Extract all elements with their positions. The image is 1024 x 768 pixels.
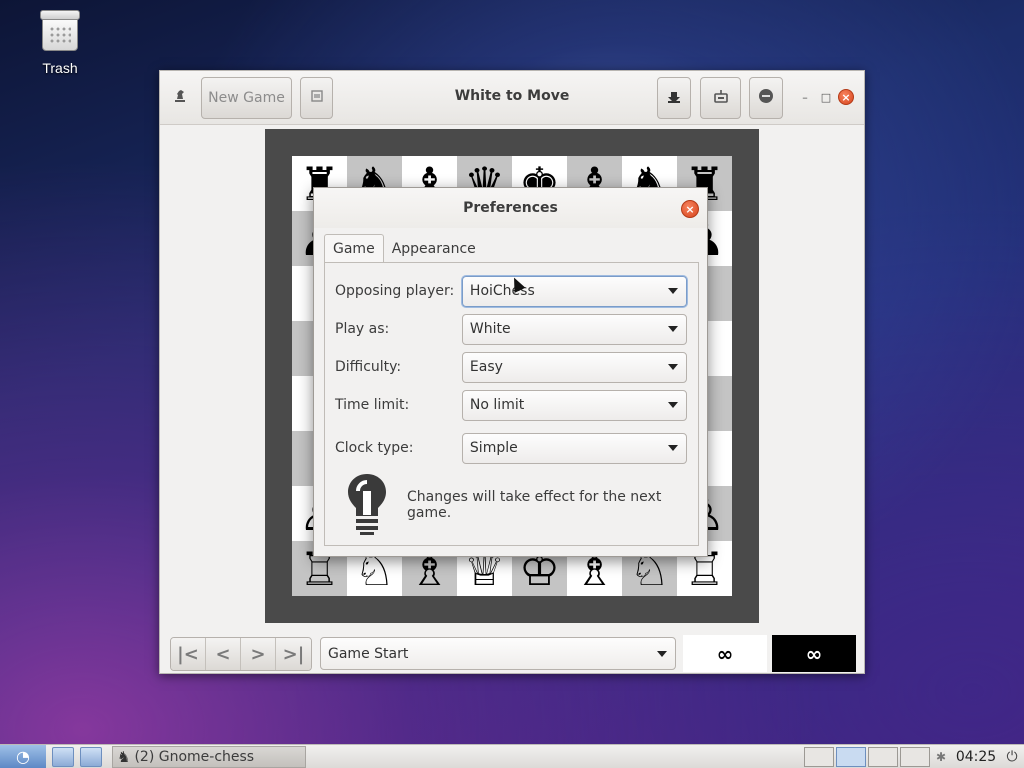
go-last-icon: >| [282, 643, 305, 665]
trash-label: Trash [42, 60, 78, 76]
bluetooth-icon[interactable]: ✱ [930, 750, 952, 764]
hint-text: Changes will take effect for the next ga… [407, 489, 662, 521]
show-desktop-icon[interactable] [80, 746, 102, 767]
play-as-value: White [469, 321, 511, 337]
new-game-button[interactable]: New Game [201, 77, 292, 119]
tab-appearance[interactable]: Appearance [384, 234, 484, 263]
chevron-down-icon [657, 650, 667, 657]
taskbar-clock[interactable]: 04:25 [952, 749, 1000, 765]
header-bar: New Game White to Move – □ × [160, 71, 864, 125]
chevron-down-icon [668, 288, 678, 294]
window-title: White to Move [454, 88, 570, 104]
tab-bar: Game Appearance [324, 234, 484, 263]
difficulty-label: Difficulty: [335, 359, 402, 375]
resign-button[interactable] [749, 77, 783, 119]
lubuntu-logo-icon: ◔ [16, 747, 30, 766]
save-game-button[interactable] [657, 77, 691, 119]
maximize-icon[interactable]: □ [818, 89, 834, 105]
chevron-down-icon [668, 402, 678, 408]
clock-type-row: Clock type: Simple [335, 432, 687, 464]
workspace-3[interactable] [868, 746, 898, 767]
dialog-close-icon[interactable]: × [681, 200, 699, 218]
desktop-icon-trash[interactable]: Trash [26, 10, 94, 76]
time-limit-label: Time limit: [335, 397, 410, 413]
play-as-label: Play as: [335, 321, 390, 337]
workspace-1[interactable] [804, 746, 834, 767]
history-combo[interactable]: Game Start [320, 637, 676, 670]
opposing-player-label: Opposing player: [335, 283, 455, 299]
hint-row: Changes will take effect for the next ga… [345, 471, 698, 539]
open-game-button[interactable] [300, 77, 333, 119]
play-as-row: Play as: White [335, 313, 687, 345]
workspace-4[interactable] [900, 746, 930, 767]
go-previous-icon: < [215, 643, 231, 665]
time-limit-value: No limit [469, 397, 525, 413]
game-tab-panel: Opposing player: HoiChess Play as: White… [324, 262, 699, 546]
lightbulb-icon [345, 471, 389, 539]
time-limit-row: Time limit: No limit [335, 389, 687, 421]
chevron-down-icon [668, 364, 678, 370]
go-next-icon: > [250, 643, 266, 665]
taskbar-task-chess[interactable]: ♞ (2) Gnome-chess [112, 745, 306, 768]
power-icon[interactable]: ⏻ [1000, 749, 1024, 765]
document-icon [310, 89, 324, 107]
app-menu-button[interactable] [166, 77, 194, 119]
tab-game[interactable]: Game [324, 234, 384, 263]
clock-type-label: Clock type: [335, 440, 414, 456]
difficulty-value: Easy [469, 359, 503, 375]
chevron-down-icon [668, 326, 678, 332]
white-clock: ∞ [683, 635, 767, 672]
history-navigation: |< < > >| [170, 637, 312, 671]
workspace-2[interactable] [836, 746, 866, 767]
previous-move-button[interactable]: < [206, 638, 241, 670]
difficulty-row: Difficulty: Easy [335, 351, 687, 383]
chess-app-icon: ♞ [117, 747, 131, 766]
taskbar-task-label: (2) Gnome-chess [134, 748, 255, 765]
history-combo-value: Game Start [328, 645, 409, 662]
clock-type-combo[interactable]: Simple [461, 432, 687, 464]
next-move-button[interactable]: > [241, 638, 276, 670]
go-first-icon: |< [177, 643, 199, 665]
robot-icon [712, 87, 730, 109]
close-icon[interactable]: × [838, 89, 854, 105]
undo-button[interactable] [700, 77, 741, 119]
minimize-icon[interactable]: – [797, 89, 813, 105]
time-limit-combo[interactable]: No limit [461, 389, 687, 421]
taskbar: ◔ ♞ (2) Gnome-chess ✱ 04:25 ⏻ [0, 744, 1024, 768]
clock-type-value: Simple [469, 440, 518, 456]
start-menu-button[interactable]: ◔ [0, 744, 46, 768]
save-icon [665, 87, 683, 109]
chevron-down-icon [668, 445, 678, 451]
first-move-button[interactable]: |< [171, 638, 206, 670]
difficulty-combo[interactable]: Easy [461, 351, 687, 383]
last-move-button[interactable]: >| [276, 638, 311, 670]
trash-icon [40, 10, 80, 52]
black-clock: ∞ [772, 635, 856, 672]
chess-app-icon [171, 87, 189, 109]
opposing-player-combo[interactable]: HoiChess [461, 275, 687, 307]
preferences-dialog: Preferences × Game Appearance Opposing p… [313, 187, 708, 557]
dialog-title: Preferences [314, 188, 707, 228]
face-icon [757, 87, 775, 109]
play-as-combo[interactable]: White [461, 313, 687, 345]
file-manager-icon[interactable] [52, 746, 74, 767]
opposing-player-value: HoiChess [469, 283, 535, 299]
bottom-bar: |< < > >| Game Start ∞ ∞ [160, 631, 864, 675]
